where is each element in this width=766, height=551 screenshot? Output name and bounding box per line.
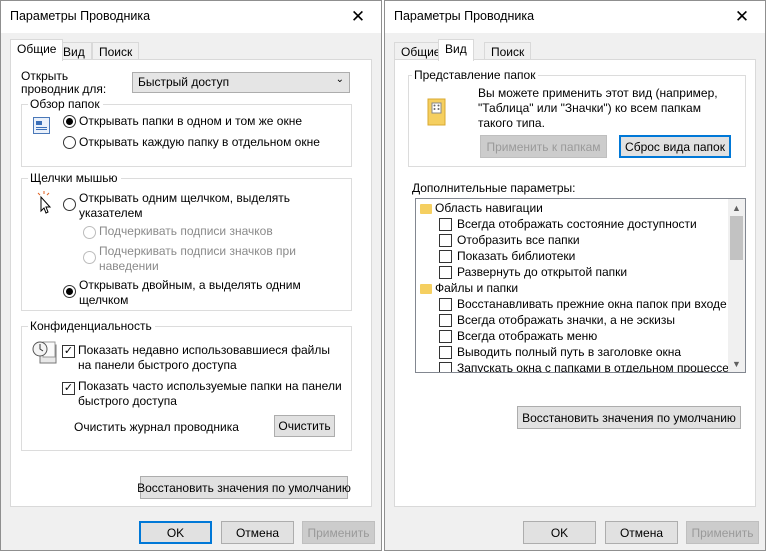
scroll-up-icon[interactable]: ▲ [728,199,745,216]
tree-item-label: Развернуть до открытой папки [457,265,628,279]
clear-history-label: Очистить журнал проводника [74,420,239,434]
tab-general[interactable]: Общие [10,39,64,61]
cancel-button[interactable]: Отмена [605,521,678,544]
folder-options-dialog-view: Параметры Проводника ✕ Общие Вид Поиск П… [384,0,766,551]
single-click-label: Открывать одним щелчком, выделять указат… [79,191,290,220]
tree-item-label: Выводить полный путь в заголовке окна [457,345,682,359]
window-icon [33,117,50,134]
scroll-down-icon[interactable]: ▼ [728,355,745,372]
title-bar: Параметры Проводника ✕ [385,1,765,33]
folder-views-label: Представление папок [412,68,539,82]
underline-always-label: Подчеркивать подписи значков [99,224,273,238]
tree-item-checkbox[interactable] [439,266,452,279]
folder-icon [420,204,432,214]
clicks-group: Щелчки мышью Открывать одним щелчком, вы… [21,171,352,311]
underline-hover-label: Подчеркивать подписи значков при наведен… [99,244,296,273]
advanced-settings-label: Дополнительные параметры: [412,181,576,195]
close-icon: ✕ [350,6,366,26]
open-explorer-value: Быстрый доступ [138,75,230,89]
folder-view-icon [427,96,447,126]
underline-hover-radio[interactable] [83,251,96,264]
window-title: Параметры Проводника [10,9,151,23]
close-button[interactable]: ✕ [719,1,765,32]
ok-button[interactable]: OK [139,521,212,544]
tree-category-label: Файлы и папки [435,281,519,295]
tab-panel-general: Открыть проводник для: Быстрый доступ ⌄ … [10,59,372,507]
folder-views-description: Вы можете применить этот вид (например, … [478,86,718,130]
privacy-group: Конфиденциальность ✓ Показать недавно ис… [21,319,352,451]
title-bar: Параметры Проводника ✕ [1,1,381,33]
cancel-button[interactable]: Отмена [221,521,294,544]
chevron-down-icon: ⌄ [335,74,344,85]
tree-item-checkbox[interactable] [439,362,452,372]
double-click-label: Открывать двойным, а выделять одним щелч… [79,278,301,307]
advanced-settings-list[interactable]: Область навигации Всегда отображать сост… [415,198,746,373]
tree-item-checkbox[interactable] [439,218,452,231]
tree-item-label: Всегда отображать состояние доступности [457,217,697,231]
tree-item-label: Всегда отображать значки, а не эскизы [457,313,675,327]
clock-files-icon [32,339,58,365]
apply-to-folders-button[interactable]: Применить к папкам [480,135,607,158]
apply-button[interactable]: Применить [302,521,375,544]
tree-category-label: Область навигации [435,201,543,215]
tree-item-label: Запускать окна с папками в отдельном про… [457,361,729,373]
cursor-click-icon [34,191,54,214]
close-icon: ✕ [734,6,750,26]
tree-item-label: Всегда отображать меню [457,329,598,343]
browse-folders-group: Обзор папок Открывать папки в одном и то… [21,97,352,167]
tree-item-label: Отобразить все папки [457,233,580,247]
tab-panel-view: Представление папок Вы можете применить … [394,59,756,507]
folder-views-group: Представление папок Вы можете применить … [408,68,746,167]
ok-button[interactable]: OK [523,521,596,544]
vertical-scrollbar[interactable]: ▲ ▼ [728,199,745,372]
open-explorer-select[interactable]: Быстрый доступ ⌄ [132,72,350,93]
open-explorer-label: Открыть проводник для: [21,69,107,96]
apply-button[interactable]: Применить [686,521,759,544]
clear-history-button[interactable]: Очистить [274,415,335,437]
single-click-radio[interactable] [63,198,76,211]
same-window-radio[interactable] [63,115,76,128]
frequent-folders-label: Показать часто используемые папки на пан… [78,379,342,408]
tree-item-checkbox[interactable] [439,234,452,247]
underline-always-radio[interactable] [83,226,96,239]
window-title: Параметры Проводника [394,9,535,23]
folder-options-dialog-general: Параметры Проводника ✕ Общие Вид Поиск О… [0,0,382,551]
tab-view[interactable]: Вид [438,39,474,61]
tree-item-label: Показать библиотеки [457,249,576,263]
tree-item-label: Восстанавливать прежние окна папок при в… [457,297,746,311]
restore-defaults-button[interactable]: Восстановить значения по умолчанию [517,406,741,429]
privacy-label: Конфиденциальность [28,319,155,333]
close-button[interactable]: ✕ [335,1,381,32]
recent-files-label: Показать недавно использовавшиеся файлы … [78,343,330,372]
same-window-label: Открывать папки в одном и том же окне [79,114,302,128]
tree-item-checkbox[interactable] [439,314,452,327]
recent-files-checkbox[interactable]: ✓ [62,345,75,358]
restore-defaults-button[interactable]: Восстановить значения по умолчанию [137,476,351,499]
frequent-folders-checkbox[interactable]: ✓ [62,382,75,395]
browse-folders-label: Обзор папок [28,97,103,111]
tree-item-checkbox[interactable] [439,250,452,263]
reset-folders-button[interactable]: Сброс вида папок [619,135,731,158]
folder-icon [420,284,432,294]
new-window-label: Открывать каждую папку в отдельном окне [79,135,320,149]
tree-item-checkbox[interactable] [439,330,452,343]
clicks-label: Щелчки мышью [28,171,121,185]
tree-item-checkbox[interactable] [439,298,452,311]
scroll-thumb[interactable] [730,216,743,260]
double-click-radio[interactable] [63,285,76,298]
tree-item-checkbox[interactable] [439,346,452,359]
new-window-radio[interactable] [63,136,76,149]
